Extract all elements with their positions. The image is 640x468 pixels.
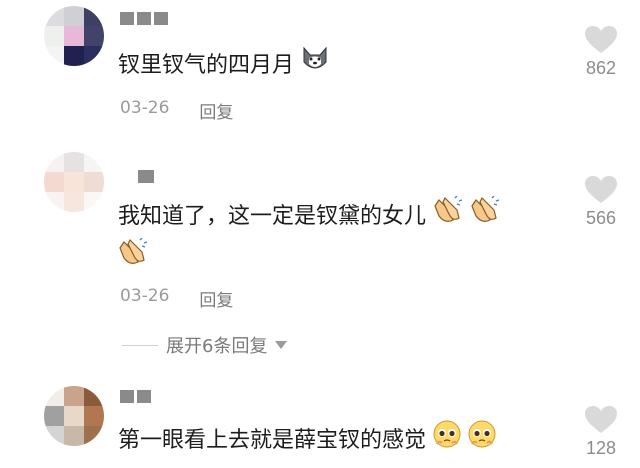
comment-date: 03-26 (120, 98, 170, 118)
like-button[interactable]: 128 (578, 406, 624, 459)
expand-replies-button[interactable]: 展开6条回复 (122, 332, 288, 358)
expand-replies-label: 展开6条回复 (166, 336, 268, 357)
comment-meta: 03-26 回复 (120, 286, 233, 311)
comment-text-content: 第一眼看上去就是薛宝钗的感觉 (118, 428, 427, 453)
clapping-hands-icon (433, 195, 463, 238)
username[interactable] (138, 170, 154, 183)
like-button[interactable]: 862 (578, 26, 624, 79)
comment-text-content: 我知道了，这一定是钗黛的女儿 (118, 204, 427, 229)
heart-icon (578, 406, 624, 434)
like-count: 566 (585, 208, 617, 228)
avatar[interactable] (44, 6, 104, 66)
username[interactable] (120, 390, 151, 403)
pleading-face-icon (433, 420, 461, 462)
pleading-face-icon (468, 420, 496, 462)
comment-text: 第一眼看上去就是薛宝钗的感觉 (118, 420, 496, 462)
heart-icon (578, 176, 624, 204)
comment-date: 03-26 (120, 286, 170, 306)
reply-button[interactable]: 回复 (199, 98, 233, 123)
like-count: 128 (585, 438, 617, 458)
divider (122, 344, 158, 346)
clapping-hands-icon (470, 195, 500, 238)
username[interactable] (120, 12, 168, 25)
caret-down-icon (275, 341, 288, 349)
clapping-hands-icon (118, 237, 148, 280)
husky-dog-face-icon (301, 46, 329, 86)
avatar[interactable] (44, 152, 104, 212)
comment-meta: 03-26 回复 (120, 98, 233, 123)
reply-button[interactable]: 回复 (199, 286, 233, 311)
like-count: 862 (585, 58, 617, 78)
heart-icon (578, 26, 624, 54)
comment-text: 钗里钗气的四月月 (118, 46, 329, 86)
like-button[interactable]: 566 (578, 176, 624, 229)
comment-text: 我知道了，这一定是钗黛的女儿 (118, 195, 500, 280)
avatar[interactable] (44, 386, 104, 446)
comment-text-content: 钗里钗气的四月月 (118, 53, 295, 78)
